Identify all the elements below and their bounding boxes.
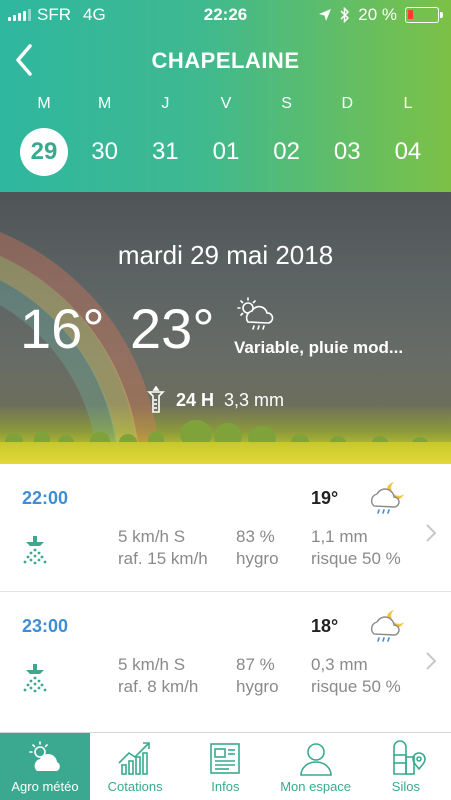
tab-infos[interactable]: Infos xyxy=(180,733,270,800)
tab-mon-espace[interactable]: Mon espace xyxy=(271,733,361,800)
rain-risk: risque 50 % xyxy=(311,677,401,696)
bluetooth-icon xyxy=(340,7,350,23)
humidity-value: 87 % xyxy=(236,655,275,674)
battery-icon xyxy=(405,7,443,23)
sun-cloud-rain-icon xyxy=(237,297,274,330)
list-item[interactable]: 22:00 5 km/h S raf. 15 km/h 83 % hygro 19°… xyxy=(0,464,451,591)
header: SFR 4G 22:26 20 % CHAPELAINE M 29 M 30 J 31… xyxy=(0,0,451,192)
forecast-date: mardi 29 mai 2018 xyxy=(117,240,334,270)
tab-label: Cotations xyxy=(107,779,163,794)
tab-label: Infos xyxy=(211,779,240,794)
humidity-label: hygro xyxy=(236,677,279,696)
location-arrow-icon xyxy=(319,9,332,21)
hour-time: 22:00 xyxy=(22,488,69,508)
day-item[interactable]: L 04 xyxy=(378,94,438,176)
day-number: 01 xyxy=(212,138,240,165)
humidity-label: hygro xyxy=(236,549,279,568)
rain-24h: 24 H 3,3 mm xyxy=(146,386,284,414)
chevron-right-icon xyxy=(426,652,437,670)
status-bar: SFR 4G 22:26 20 % xyxy=(0,0,451,30)
hour-temp: 19° xyxy=(311,488,339,508)
day-item[interactable]: J 31 xyxy=(135,94,195,176)
wind-speed: 5 km/h S xyxy=(118,527,186,546)
moon-cloud-rain-icon xyxy=(371,482,404,514)
wind-speed: 5 km/h S xyxy=(118,655,186,674)
wind-gust: raf. 8 km/h xyxy=(118,677,199,696)
day-selector: M 29 M 30 J 31 V 01 S 02 D 03 L 04 xyxy=(14,94,438,176)
tab-agro-meteo[interactable]: Agro météo xyxy=(0,733,90,800)
day-letter: S xyxy=(281,95,292,112)
tab-cotations[interactable]: Cotations xyxy=(90,733,180,800)
day-number: 30 xyxy=(91,138,118,165)
day-letter: L xyxy=(403,95,413,112)
day-letter: V xyxy=(220,95,232,112)
day-letter: D xyxy=(341,95,354,112)
newspaper-icon xyxy=(210,743,241,774)
day-letter: M xyxy=(97,95,112,112)
tab-label: Agro météo xyxy=(11,779,79,794)
rain-gauge-icon xyxy=(147,386,165,413)
hour-time: 23:00 xyxy=(22,616,69,636)
day-item[interactable]: D 03 xyxy=(317,94,377,176)
day-number: 02 xyxy=(273,138,300,165)
rain-period-label: 24 H xyxy=(176,389,215,410)
moon-cloud-rain-icon xyxy=(371,610,404,642)
wind-gust: raf. 15 km/h xyxy=(118,549,208,568)
temp-min: 16° xyxy=(20,297,105,360)
sprayer-icon xyxy=(23,536,47,565)
chart-up-icon xyxy=(118,742,150,775)
chevron-right-icon xyxy=(426,524,437,542)
silo-location-icon xyxy=(393,740,426,775)
sun-cloud-icon xyxy=(29,741,60,771)
humidity-value: 83 % xyxy=(236,527,275,546)
rain-risk: risque 50 % xyxy=(311,549,401,568)
rain-amount: 0,3 mm xyxy=(311,655,368,674)
day-item[interactable]: V 01 xyxy=(196,94,256,176)
list-item[interactable]: 23:00 5 km/h Sraf. 8 km/h 87 % hygro 18° … xyxy=(0,591,451,718)
hour-temp: 18° xyxy=(311,616,339,636)
day-letter: M xyxy=(37,95,51,112)
battery-percent: 20 % xyxy=(358,5,397,24)
sprayer-icon xyxy=(23,664,47,693)
day-number: 04 xyxy=(394,138,422,165)
rain-amount: 3,3 mm xyxy=(224,389,285,410)
rain-amount: 1,1 mm xyxy=(311,527,368,546)
day-number: 31 xyxy=(151,138,179,165)
tab-label: Silos xyxy=(391,779,420,794)
tab-silos[interactable]: Silos xyxy=(361,733,451,800)
tab-label: Mon espace xyxy=(280,779,352,794)
day-letter: J xyxy=(161,95,170,112)
user-icon xyxy=(299,743,332,776)
bottom-tab-bar: Agro météo Cotations Infos Mon espace Si… xyxy=(0,732,451,800)
daily-forecast-hero: mardi 29 mai 2018 16° 23° Variable, plui… xyxy=(0,192,451,464)
day-item[interactable]: M 29 xyxy=(14,94,74,176)
day-number: 29 xyxy=(20,128,68,176)
page-title: CHAPELAINE xyxy=(151,48,300,73)
hourly-forecast-list: 22:00 5 km/h S raf. 15 km/h 83 % hygro 19°… xyxy=(0,464,451,732)
day-item[interactable]: M 30 xyxy=(75,94,135,176)
weather-condition: Variable, pluie mod... xyxy=(234,338,404,357)
day-item[interactable]: S 02 xyxy=(257,94,317,176)
day-number: 03 xyxy=(333,138,361,165)
field-background xyxy=(0,442,451,464)
temp-max: 23° xyxy=(130,297,215,360)
